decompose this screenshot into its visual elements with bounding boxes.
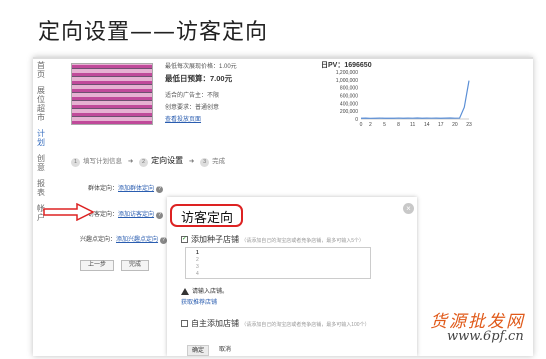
- step-1-label: 填写计划信息: [83, 158, 122, 165]
- y-tick-label: 200,000: [340, 109, 358, 115]
- add-interest-targeting-link[interactable]: 添加兴趣点定向: [116, 237, 158, 243]
- nav-item-report[interactable]: 报 表: [33, 179, 49, 197]
- step-3-label: 完成: [212, 158, 226, 165]
- prev-step-button[interactable]: 上一步: [80, 260, 114, 271]
- self-add-option[interactable]: 自主添加店铺 （请添加自己的淘宝店或者竞争店铺，最多可输入100个）: [181, 318, 370, 329]
- red-arrow-icon: [43, 203, 95, 221]
- x-tick-label: 20: [452, 122, 458, 128]
- pv-chart: 1,200,000 1,000,000 800,000 600,000400,000 2…: [336, 70, 472, 128]
- interest-targeting-label: 兴趣点定向：: [80, 237, 117, 243]
- daily-budget-label: 最低日预算：: [165, 74, 210, 83]
- line-number: 1: [196, 250, 199, 256]
- help-icon[interactable]: ?: [160, 237, 168, 244]
- line-number: 2: [196, 257, 199, 263]
- add-group-targeting-link[interactable]: 添加群体定向: [118, 186, 154, 192]
- watermark-url: www.6pf.cn: [447, 329, 524, 344]
- max-bid: 最低每次展现价格：1.00元: [165, 64, 237, 70]
- seed-shop-textarea[interactable]: 1 2 3 4: [185, 247, 371, 279]
- y-tick-label: 0: [355, 117, 358, 123]
- top-strip: [33, 57, 533, 59]
- seed-shop-option[interactable]: ✓ 添加种子店铺 （请添加自己的淘宝店或者竞争店铺，最多可输入5个）: [181, 234, 364, 245]
- x-tick-label: 0: [360, 122, 363, 128]
- close-icon[interactable]: ×: [403, 203, 414, 214]
- step-1-number: 1: [71, 158, 80, 167]
- self-add-checkbox[interactable]: [181, 320, 188, 328]
- nav-item-market[interactable]: 展 位 超 市: [33, 86, 49, 122]
- x-tick-label: 17: [438, 122, 444, 128]
- step-2-number: 2: [139, 158, 149, 167]
- seed-shop-hint: （请添加自己的淘宝店或者竞争店铺，最多可输入5个）: [241, 238, 365, 244]
- y-tick-label: 1,000,000: [336, 78, 358, 84]
- y-tick-label: 1,200,000: [336, 70, 358, 76]
- warning-text: 请输入店铺。: [192, 289, 229, 295]
- creative-requirement: 创意要求：普通创意: [165, 105, 220, 111]
- nav-item-plan[interactable]: 计 划: [33, 129, 49, 147]
- view-page-link[interactable]: 查看投放页面: [165, 114, 237, 126]
- ok-button[interactable]: 确定: [187, 345, 209, 356]
- ad-slot-thumbnail: [71, 63, 153, 125]
- y-tick-label: 800,000: [340, 86, 358, 92]
- line-number: 4: [196, 271, 199, 277]
- group-targeting-label: 群体定向：: [88, 186, 119, 192]
- help-icon[interactable]: ?: [156, 186, 164, 193]
- interest-targeting-row: 兴趣点定向：添加兴趣点定向?: [80, 234, 168, 244]
- step-arrow-icon: ➜: [188, 158, 195, 165]
- advertiser-type: 适合的广告主：不限: [165, 93, 220, 99]
- dialog-title: 访客定向: [181, 211, 234, 226]
- get-recommended-shops-link[interactable]: 获取推荐店铺: [181, 297, 217, 306]
- x-tick-label: 5: [383, 122, 386, 128]
- self-add-hint: （请添加自己的淘宝店或者竞争店铺，最多可输入100个）: [241, 322, 370, 328]
- y-tick-label: 600,000: [340, 94, 358, 100]
- warning-message: 请输入店铺。: [181, 286, 228, 295]
- x-tick-label: 14: [424, 122, 430, 128]
- visitor-targeting-row: 访客定向：添加访客定向?: [88, 209, 164, 219]
- ad-info: 最低每次展现价格：1.00元 最低日预算：7.00元 适合的广告主：不限 创意要…: [165, 61, 237, 126]
- line-number: 3: [196, 264, 199, 270]
- series-line: [360, 80, 470, 119]
- cancel-button[interactable]: 取消: [215, 345, 235, 356]
- x-tick-label: 8: [397, 122, 400, 128]
- warning-icon: [181, 287, 189, 295]
- step-3-number: 3: [200, 158, 210, 167]
- x-tick-label: 2: [369, 122, 372, 128]
- slide-title: 定向设置——访客定向: [38, 20, 269, 45]
- step-2-label: 定向设置: [151, 156, 184, 165]
- y-tick-label: 400,000: [340, 101, 358, 107]
- nav-item-creative[interactable]: 创 意: [33, 154, 49, 172]
- step-indicator: 1 填写计划信息 ➜ 2 定向设置 ➜ 3 完成: [71, 155, 225, 167]
- x-tick-label: 23: [466, 122, 472, 128]
- daily-budget-value: 7.00元: [210, 74, 233, 83]
- group-targeting-row: 群体定向：添加群体定向?: [88, 183, 164, 193]
- visitor-targeting-dialog: 访客定向 × ✓ 添加种子店铺 （请添加自己的淘宝店或者竞争店铺，最多可输入5个）…: [167, 197, 417, 356]
- help-icon[interactable]: ?: [156, 212, 164, 219]
- step-arrow-icon: ➜: [127, 158, 134, 165]
- add-visitor-targeting-link[interactable]: 添加访客定向: [118, 212, 154, 218]
- x-tick-label: 11: [410, 122, 415, 128]
- seed-shop-label: 添加种子店铺: [191, 235, 239, 244]
- finish-button[interactable]: 完成: [121, 260, 149, 271]
- nav-item-home[interactable]: 首 页: [33, 61, 49, 79]
- self-add-label: 自主添加店铺: [191, 319, 239, 328]
- seed-shop-checkbox[interactable]: ✓: [181, 236, 188, 244]
